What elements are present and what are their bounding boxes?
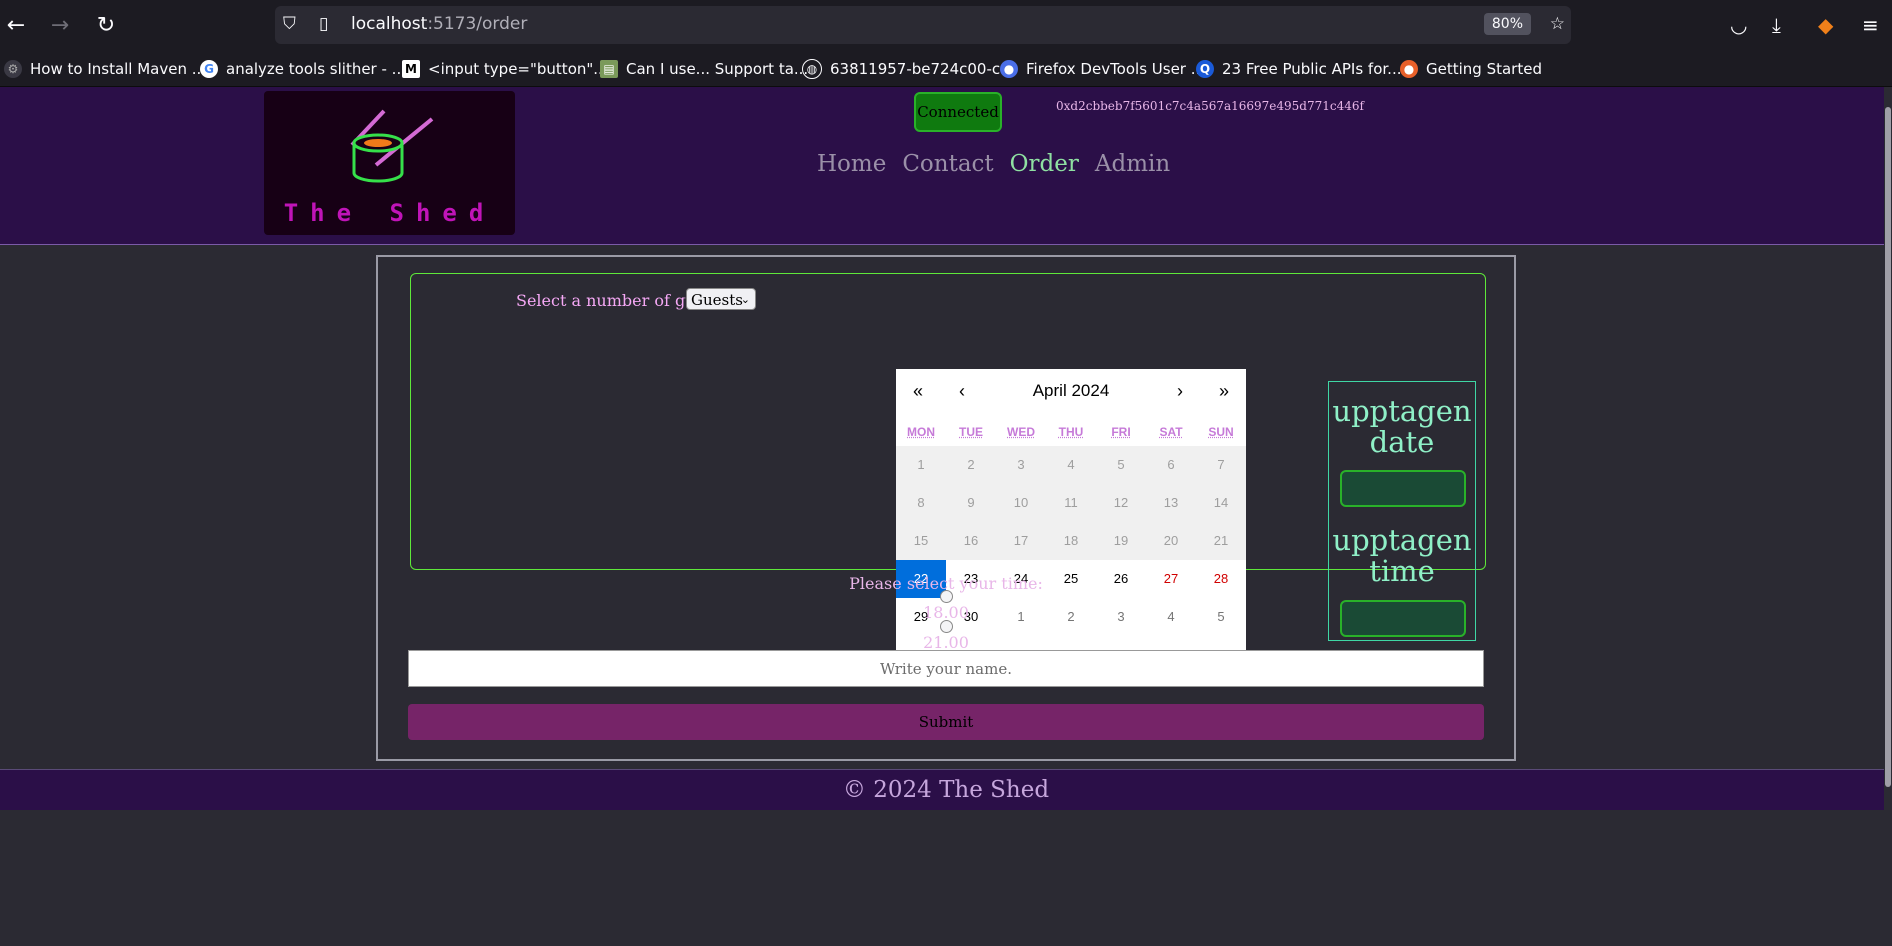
bookmark-item[interactable]: Ganalyze tools slither - ...	[200, 58, 406, 80]
api-icon: Q	[1196, 60, 1214, 78]
weekday-label: TUE	[959, 425, 983, 439]
next-year-button[interactable]: »	[1202, 369, 1246, 413]
prev-year-button[interactable]: «	[896, 369, 940, 413]
bookmark-label: Getting Started	[1426, 60, 1542, 78]
logo-text: The Shed	[283, 199, 496, 227]
url-host: localhost	[351, 14, 428, 34]
site-footer: © 2024 The Shed	[0, 769, 1892, 810]
bookmark-label: <input type="button"...	[428, 60, 608, 78]
page-info-icon[interactable]: ▯	[319, 14, 328, 34]
weekday-label: WED	[1007, 425, 1035, 439]
upptagen-date-field	[1340, 470, 1466, 507]
page-content: The Shed Connected 0xd2cbbeb7f5601c7c4a5…	[0, 87, 1892, 946]
weekday-label: FRI	[1111, 425, 1131, 439]
calendar-day: 2	[946, 446, 996, 484]
bookmark-item[interactable]: ● Getting Started	[1400, 58, 1542, 80]
zoom-badge[interactable]: 80%	[1483, 13, 1531, 35]
connect-wallet-button[interactable]: Connected	[914, 92, 1002, 132]
weekday-label: SAT	[1159, 425, 1183, 439]
page-scrollbar[interactable]	[1884, 87, 1892, 946]
guests-select-value: Guests	[691, 291, 743, 309]
guests-select[interactable]: Guests ⌄	[686, 288, 756, 310]
bookmark-item[interactable]: M <input type="button"...	[402, 58, 608, 80]
calendar-day: 20	[1146, 522, 1196, 560]
downloads-icon[interactable]: ⤓	[1772, 13, 1781, 37]
calendar-day: 6	[1146, 446, 1196, 484]
calendar-day: 14	[1196, 484, 1246, 522]
bookmark-item[interactable]: ● Firefox DevTools User ...	[1000, 58, 1205, 80]
calendar-day: 19	[1096, 522, 1146, 560]
calendar-day: 12	[1096, 484, 1146, 522]
calendar-day: 16	[946, 522, 996, 560]
bookmark-label: Firefox DevTools User ...	[1026, 60, 1206, 78]
upptagen-panel: upptagen date upptagen time	[1328, 381, 1476, 641]
nav-link-home[interactable]: Home	[817, 151, 886, 177]
google-icon: G	[200, 60, 218, 78]
url-path: :5173/order	[427, 14, 528, 34]
calendar-day: 3	[996, 446, 1046, 484]
caniuse-icon: ▤	[600, 60, 618, 78]
nav-link-order[interactable]: Order	[1010, 151, 1079, 177]
browser-toolbar: ← → ↻ ⛉ ▯ localhost:5173/order 80% ☆ ◡ ⤓…	[0, 0, 1892, 52]
bookmark-star-icon[interactable]: ☆	[1550, 14, 1565, 34]
bookmark-label: How to Install Maven ...	[30, 60, 207, 78]
bookmark-label: 23 Free Public APIs for...	[1222, 60, 1402, 78]
prev-month-button[interactable]: ‹	[940, 369, 984, 413]
calendar-day: 7	[1196, 446, 1246, 484]
globe-icon: ◍	[802, 59, 822, 79]
bookmark-item[interactable]: ⚙ How to Install Maven ...	[4, 58, 206, 80]
nav-link-contact[interactable]: Contact	[902, 151, 993, 177]
url-text[interactable]: localhost:5173/order	[351, 14, 527, 34]
calendar-day: 10	[996, 484, 1046, 522]
calendar-day: 17	[996, 522, 1046, 560]
submit-button[interactable]: Submit	[408, 704, 1484, 740]
calendar-day: 13	[1146, 484, 1196, 522]
scrollbar-thumb[interactable]	[1885, 107, 1891, 787]
calendar-day: 21	[1196, 522, 1246, 560]
firefox-icon: ●	[1400, 60, 1418, 78]
bookmark-item[interactable]: ▤ Can I use... Support ta...	[600, 58, 808, 80]
gear-icon: ⚙	[4, 60, 22, 78]
pocket-icon[interactable]: ◡	[1730, 13, 1747, 37]
back-icon[interactable]: ←	[0, 10, 32, 42]
metamask-fox-icon[interactable]: ◆	[1818, 13, 1833, 37]
calendar-month-label[interactable]: April 2024	[984, 369, 1158, 413]
calendar-day: 5	[1096, 446, 1146, 484]
reload-icon[interactable]: ↻	[90, 10, 122, 42]
upptagen-date-heading: upptagen date	[1332, 394, 1472, 459]
url-bar[interactable]: ⛉ ▯ localhost:5173/order 80% ☆	[275, 6, 1571, 44]
calendar-day: 11	[1046, 484, 1096, 522]
firefox-devtools-icon: ●	[1000, 60, 1018, 78]
bookmarks-toolbar: ⚙ How to Install Maven ... Ganalyze tools…	[0, 52, 1892, 87]
calendar-day: 1	[896, 446, 946, 484]
calendar-day: 4	[1046, 446, 1096, 484]
name-input[interactable]: Write your name.	[408, 650, 1484, 687]
calendar-day: 18	[1046, 522, 1096, 560]
time-radio-21[interactable]	[940, 620, 953, 633]
calendar-navigation: « ‹ April 2024 › »	[896, 369, 1246, 413]
weekday-label: SUN	[1208, 425, 1234, 439]
bookmark-item[interactable]: ◍ 63811957-be724c00-c...	[802, 58, 1014, 80]
weekday-label: MON	[907, 425, 935, 439]
forward-icon[interactable]: →	[44, 10, 76, 42]
medium-icon: M	[402, 60, 420, 78]
wallet-address: 0xd2cbbeb7f5601c7c4a567a16697e495d771c44…	[1056, 99, 1364, 113]
calendar-day: 15	[896, 522, 946, 560]
chevron-down-icon: ⌄	[740, 293, 750, 306]
menu-icon[interactable]: ≡	[1862, 13, 1879, 37]
nav-link-admin[interactable]: Admin	[1095, 151, 1170, 177]
bookmark-label: analyze tools slither - ...	[226, 60, 406, 78]
time-radio-18[interactable]	[940, 590, 953, 603]
calendar-day: 8	[896, 484, 946, 522]
calendar-day: 9	[946, 484, 996, 522]
weekday-label: THU	[1058, 425, 1084, 439]
bookmark-label: 63811957-be724c00-c...	[830, 60, 1015, 78]
shield-icon[interactable]: ⛉	[283, 14, 296, 34]
bookmark-label: Can I use... Support ta...	[626, 60, 809, 78]
site-logo[interactable]: The Shed	[264, 91, 515, 235]
site-header: The Shed Connected 0xd2cbbeb7f5601c7c4a5…	[0, 87, 1892, 245]
bookmark-item[interactable]: Q 23 Free Public APIs for...	[1196, 58, 1401, 80]
next-month-button[interactable]: ›	[1158, 369, 1202, 413]
site-nav: Home Contact Order Admin	[817, 151, 1170, 177]
